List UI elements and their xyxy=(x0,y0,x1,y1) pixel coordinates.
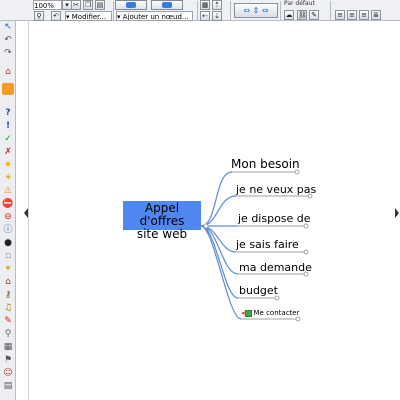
edge-contact xyxy=(200,225,242,320)
node-mon-besoin[interactable]: Mon besoin xyxy=(231,157,300,171)
contact-link-label: Me contacter xyxy=(253,309,300,317)
contact-icon xyxy=(244,309,252,317)
edge-budget xyxy=(200,225,239,299)
root-node-line2: site web xyxy=(136,227,188,241)
node-ma-demande[interactable]: ma demande xyxy=(239,261,312,274)
node-je-sais-faire[interactable]: je sais faire xyxy=(236,238,299,251)
node-contact[interactable]: ◂ Me contacter xyxy=(241,309,299,318)
edge-je-ne-veux-pas xyxy=(200,195,237,227)
node-budget[interactable]: budget xyxy=(239,284,278,297)
mindmap-edges xyxy=(200,169,313,322)
root-node-line1: Appel d'offres xyxy=(139,201,185,228)
node-je-ne-veux-pas[interactable]: je ne veux pas xyxy=(236,183,316,196)
node-je-dispose-de[interactable]: je dispose de xyxy=(238,212,311,225)
root-node[interactable]: Appel d'offres site web xyxy=(123,201,201,241)
